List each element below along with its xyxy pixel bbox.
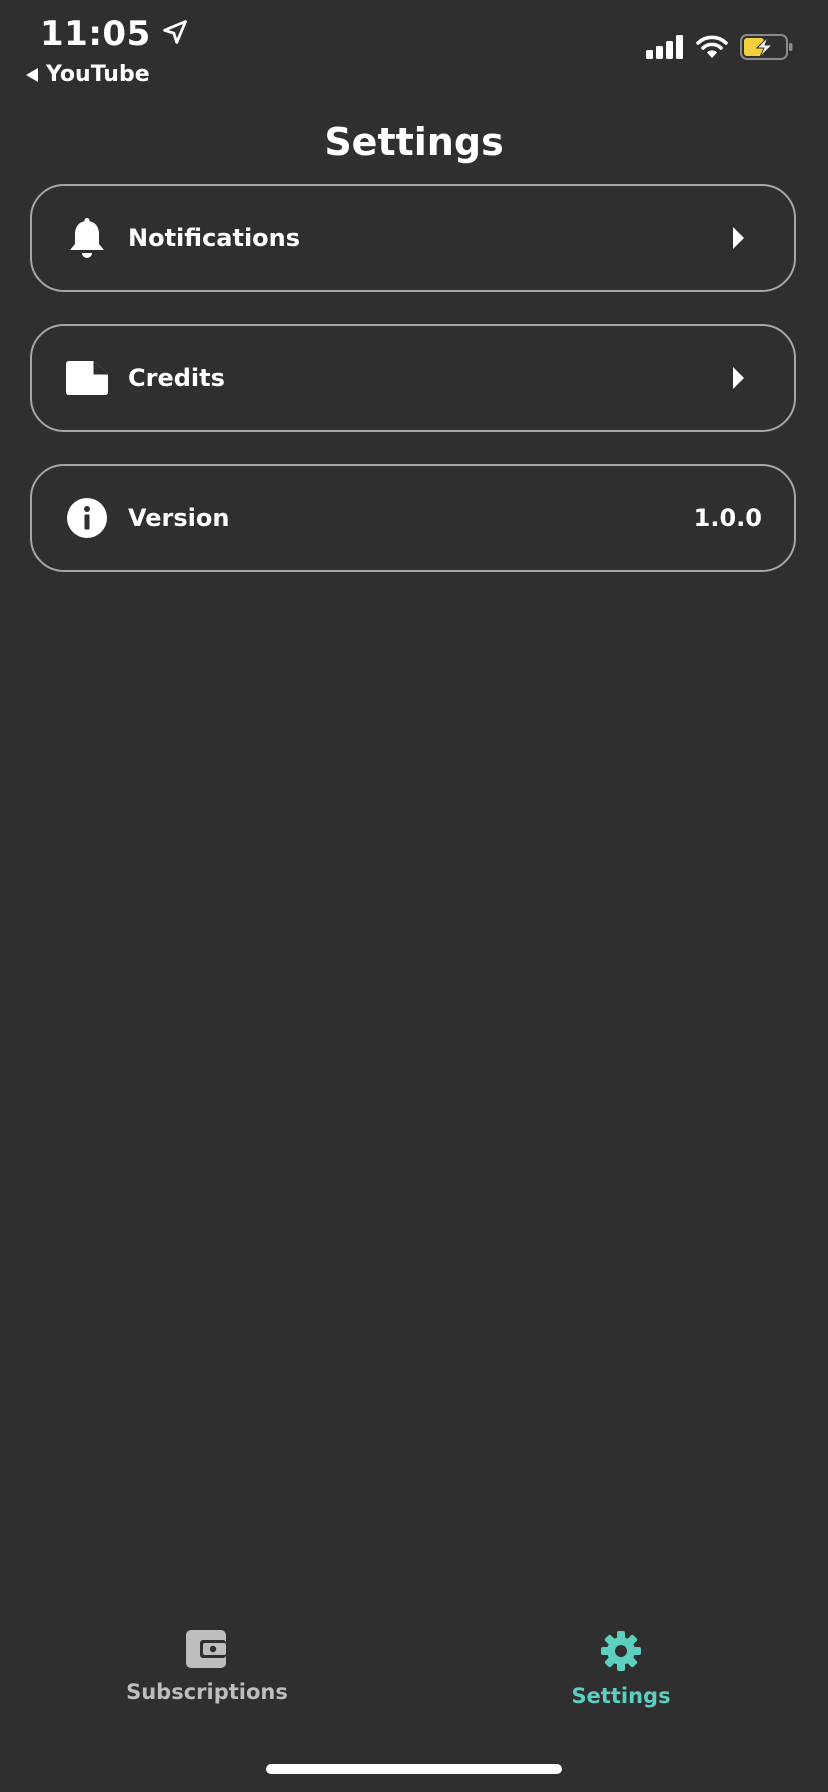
battery-charging-icon (740, 34, 794, 64)
info-icon (66, 497, 108, 539)
wallet-icon (186, 1630, 228, 1672)
version-label: Version (128, 504, 230, 532)
credits-row[interactable]: Credits (30, 324, 796, 432)
notifications-row[interactable]: Notifications (30, 184, 796, 292)
location-arrow-icon (161, 18, 189, 50)
status-time-group: 11:05 (40, 14, 189, 54)
tab-settings[interactable]: Settings (491, 1630, 751, 1708)
credits-label: Credits (128, 364, 225, 392)
home-indicator[interactable] (266, 1764, 562, 1774)
wifi-icon (696, 35, 728, 63)
version-row: Version 1.0.0 (30, 464, 796, 572)
version-value: 1.0.0 (693, 504, 762, 532)
back-triangle-icon (26, 67, 38, 82)
back-to-app-link[interactable]: YouTube (26, 62, 150, 87)
document-icon (66, 357, 108, 399)
bell-icon (66, 217, 108, 259)
status-indicators (646, 34, 794, 64)
status-bar: 11:05 YouTube (0, 0, 828, 100)
chevron-right-icon (733, 367, 744, 389)
tab-subscriptions[interactable]: Subscriptions (77, 1630, 337, 1704)
page-title: Settings (324, 120, 504, 164)
notifications-label: Notifications (128, 224, 301, 252)
tab-settings-label: Settings (571, 1684, 671, 1708)
chevron-right-icon (733, 227, 744, 249)
back-app-label: YouTube (46, 62, 150, 87)
signal-icon (646, 35, 684, 63)
tab-subscriptions-label: Subscriptions (126, 1680, 288, 1704)
gear-icon (600, 1630, 642, 1676)
status-time: 11:05 (40, 14, 151, 54)
